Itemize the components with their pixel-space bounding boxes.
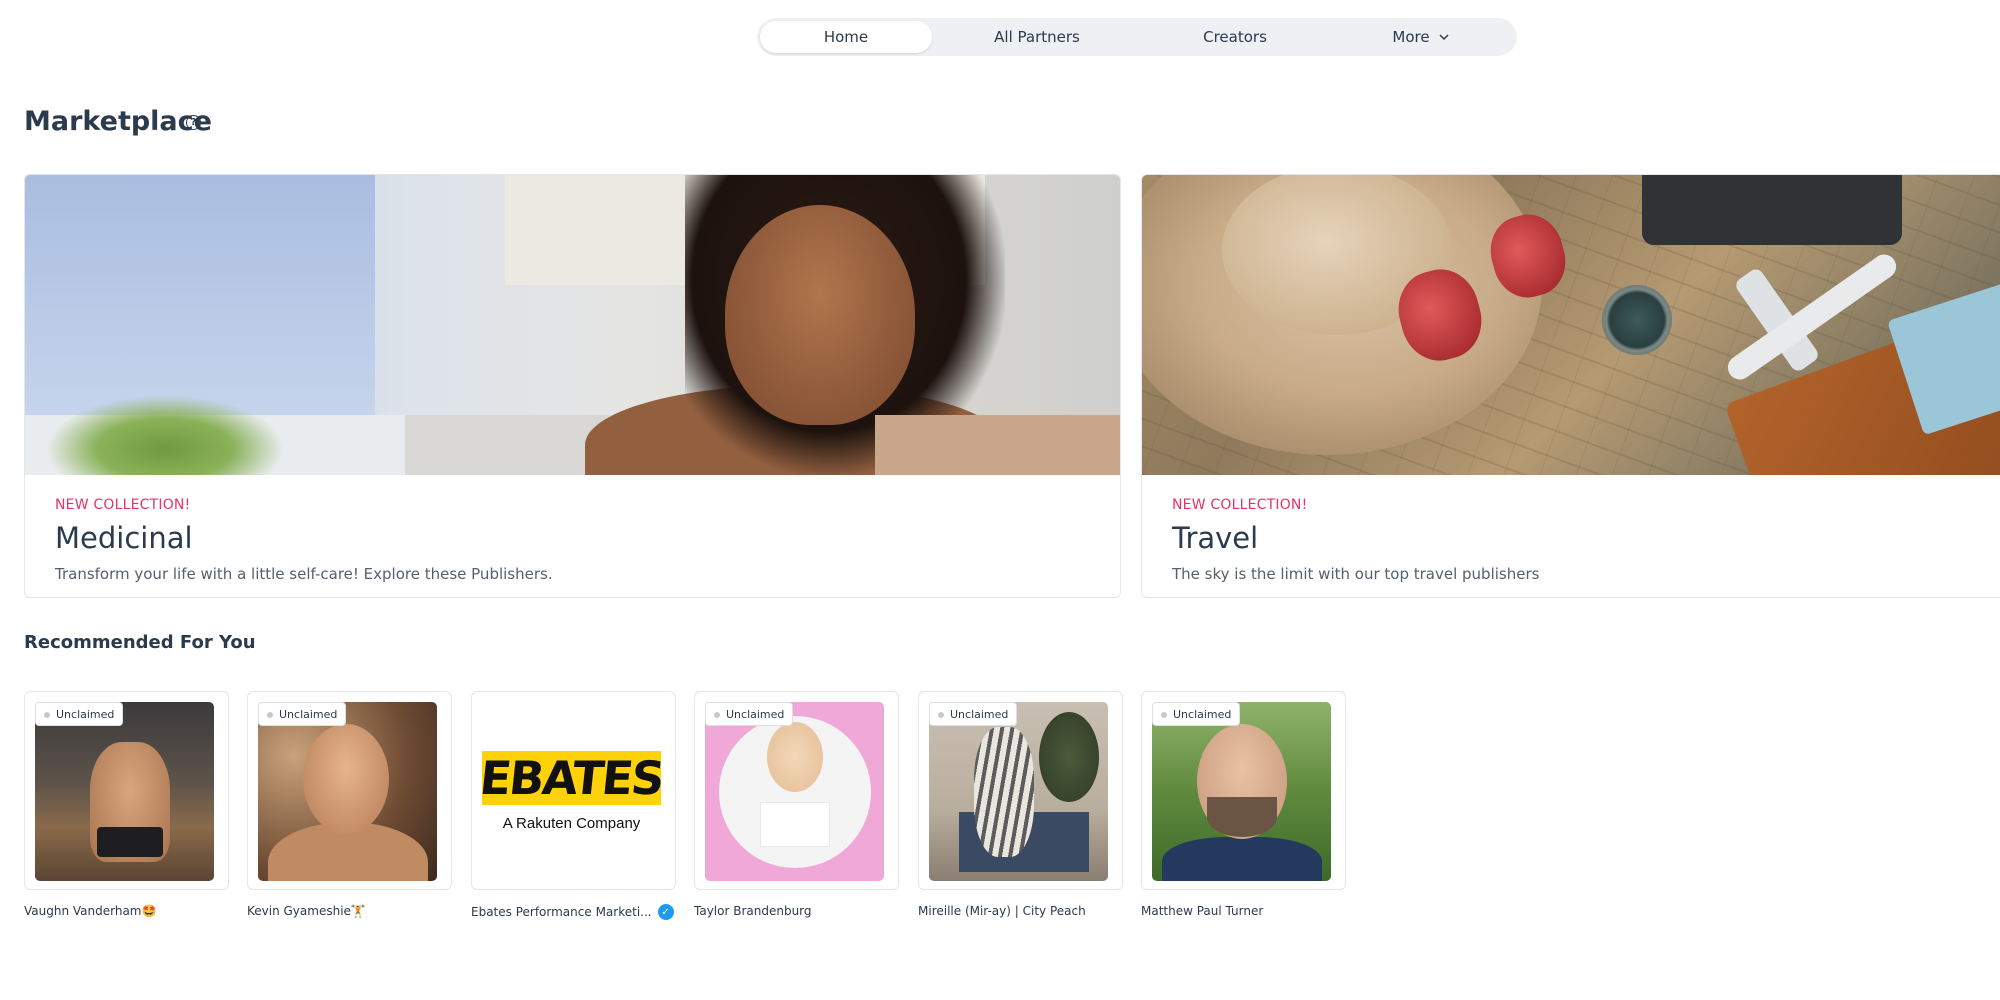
collection-card-medicinal[interactable]: NEW COLLECTION! Medicinal Transform your…: [24, 174, 1121, 598]
collection-title: Travel: [1172, 521, 1259, 555]
status-badge: Unclaimed: [929, 702, 1018, 726]
collection-image-travel: [1142, 175, 2000, 475]
collection-tag: NEW COLLECTION!: [55, 497, 191, 513]
recommended-item[interactable]: Unclaimed Vaughn Vanderham🤩: [24, 691, 229, 918]
ebates-logo: EBATES A Rakuten Company: [482, 702, 661, 881]
collection-card-travel[interactable]: NEW COLLECTION! Travel The sky is the li…: [1141, 174, 2000, 598]
chevron-down-icon: [1439, 34, 1449, 41]
help-icon[interactable]: ?: [186, 115, 201, 130]
collection-tag: NEW COLLECTION!: [1172, 497, 1308, 513]
status-badge: Unclaimed: [258, 702, 347, 726]
publisher-card[interactable]: Unclaimed: [694, 691, 899, 890]
recommended-item[interactable]: Unclaimed Matthew Paul Turner: [1141, 691, 1346, 918]
collection-description: Transform your life with a little self-c…: [55, 565, 553, 583]
recommended-item[interactable]: Unclaimed Kevin Gyameshie🏋️: [247, 691, 452, 918]
avatar: [35, 702, 214, 881]
collection-description: The sky is the limit with our top travel…: [1172, 565, 1540, 583]
tab-all-partners[interactable]: All Partners: [932, 21, 1142, 53]
publisher-name[interactable]: Kevin Gyameshie🏋️: [247, 904, 452, 918]
publisher-name-label: Taylor Brandenburg: [694, 904, 812, 918]
publisher-name[interactable]: Taylor Brandenburg: [694, 904, 899, 918]
page-title: Marketplace: [24, 106, 212, 137]
ebates-wordmark: EBATES: [482, 751, 661, 805]
publisher-name-label: Mireille (Mir-ay) | City Peach: [918, 904, 1086, 918]
recommended-item[interactable]: Unclaimed Mireille (Mir-ay) | City Peach: [918, 691, 1123, 918]
publisher-name-label: Ebates Performance Marketi...: [471, 905, 652, 919]
avatar: [1152, 702, 1331, 881]
tab-more[interactable]: More: [1328, 21, 1514, 53]
publisher-name-label: Matthew Paul Turner: [1141, 904, 1264, 918]
tab-home[interactable]: Home: [760, 21, 932, 53]
avatar: [929, 702, 1108, 881]
tab-creators[interactable]: Creators: [1142, 21, 1328, 53]
status-badge: Unclaimed: [1152, 702, 1241, 726]
publisher-name[interactable]: Ebates Performance Marketi... ✓: [471, 904, 676, 920]
status-badge: Unclaimed: [705, 702, 794, 726]
recommended-item[interactable]: Unclaimed Taylor Brandenburg: [694, 691, 899, 918]
publisher-name[interactable]: Matthew Paul Turner: [1141, 904, 1346, 918]
avatar: [258, 702, 437, 881]
avatar: [705, 702, 884, 881]
publisher-card[interactable]: Unclaimed: [247, 691, 452, 890]
collection-title: Medicinal: [55, 521, 193, 555]
publisher-name[interactable]: Mireille (Mir-ay) | City Peach: [918, 904, 1123, 918]
ebates-subtitle: A Rakuten Company: [502, 815, 641, 832]
publisher-name[interactable]: Vaughn Vanderham🤩: [24, 904, 229, 918]
status-badge: Unclaimed: [35, 702, 124, 726]
collection-image-medicinal: [25, 175, 1120, 475]
verified-check-icon: ✓: [657, 904, 674, 920]
publisher-card[interactable]: Unclaimed: [1141, 691, 1346, 890]
publisher-card[interactable]: Unclaimed: [918, 691, 1123, 890]
recommended-item[interactable]: EBATES A Rakuten Company Ebates Performa…: [471, 691, 676, 920]
publisher-card[interactable]: Unclaimed: [24, 691, 229, 890]
tab-more-label: More: [1392, 28, 1430, 46]
section-title-recommended: Recommended For You: [24, 632, 256, 653]
top-nav: Home All Partners Creators More: [757, 18, 1517, 56]
publisher-card[interactable]: EBATES A Rakuten Company: [471, 691, 676, 890]
publisher-name-label: Kevin Gyameshie🏋️: [247, 904, 366, 918]
publisher-name-label: Vaughn Vanderham🤩: [24, 904, 157, 918]
